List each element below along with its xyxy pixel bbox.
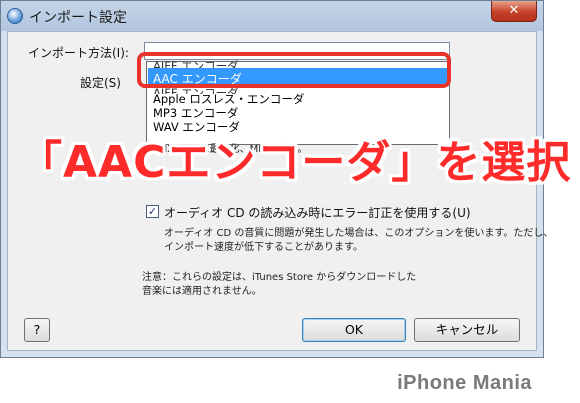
itunes-icon [7,8,23,24]
error-correction-desc-1: オーディオ CD の音質に問題が発生した場合は、このオプションを使います。ただし… [164,228,554,239]
help-button[interactable]: ? [24,318,50,342]
selection-highlight-annotation [137,52,451,88]
title-bar[interactable]: インポート設定 ✕ [1,1,543,31]
error-correction-checkbox[interactable]: ✓ [146,205,159,218]
dropdown-item-apple-lossless[interactable]: Apple ロスレス・エンコーダ [153,92,304,106]
cancel-button[interactable]: キャンセル [414,318,520,342]
ok-button[interactable]: OK [302,318,406,342]
instruction-overlay-text: 「AACエンコーダ」を選択 [18,137,572,188]
notice-line-1: 注意：これらの設定は、iTunes Store からダウンロードした [142,272,417,283]
notice-line-2: 音楽には適用されません。 [142,286,262,297]
settings-label: 設定(S) [80,76,121,90]
site-watermark: iPhone Mania [397,372,532,394]
error-correction-desc-2: インポート速度が低下することがあります。 [164,242,363,253]
import-method-label: インポート方法(I): [28,46,129,60]
dropdown-item-mp3[interactable]: MP3 エンコーダ [153,106,238,120]
window-title: インポート設定 [29,10,127,26]
error-correction-label[interactable]: オーディオ CD の読み込み時にエラー訂正を使用する(U) [164,204,471,221]
close-button[interactable]: ✕ [491,1,537,22]
